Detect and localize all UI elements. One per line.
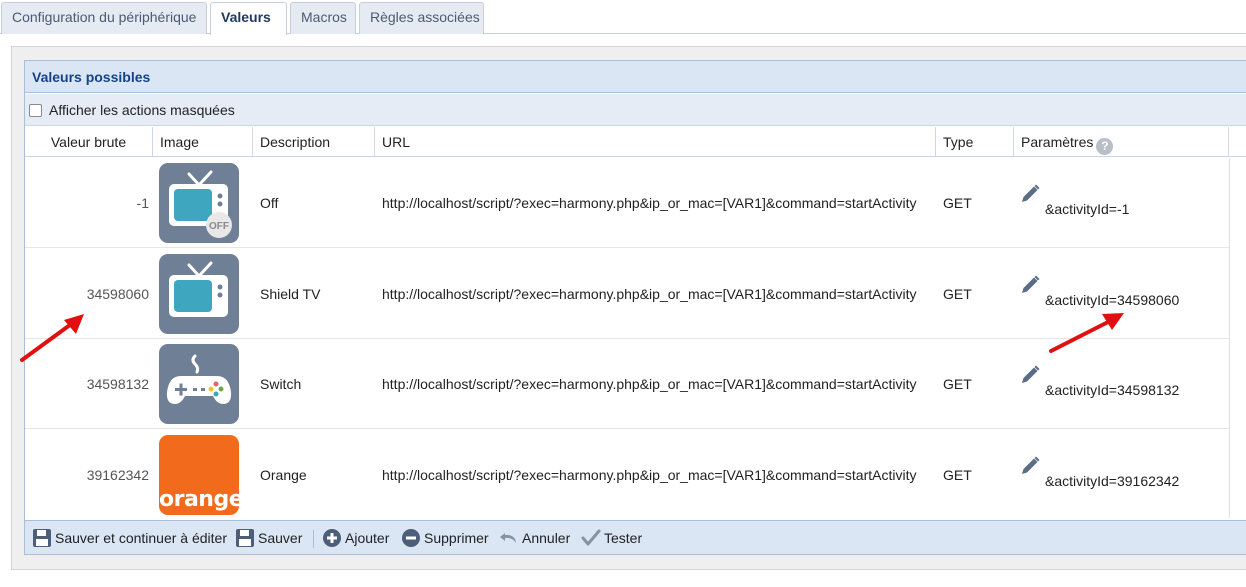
row-image[interactable] <box>159 254 239 334</box>
pencil-icon[interactable] <box>1019 246 1041 336</box>
tab-bar: Configuration du périphérique Valeurs Ma… <box>0 0 1246 35</box>
row-url: http://localhost/script/?exec=harmony.ph… <box>382 467 917 483</box>
test-label: Tester <box>604 530 643 546</box>
params-value: &activityId=-1 <box>1045 201 1130 217</box>
floppy-icon <box>33 529 51 547</box>
save-button[interactable]: Sauver <box>235 521 302 555</box>
show-hidden-checkbox[interactable] <box>29 104 42 117</box>
row-parameters: &activityId=39162342 <box>1019 430 1179 518</box>
action-toolbar: Sauver et continuer à éditer Sauver Ajou… <box>25 520 1246 554</box>
row-url: http://localhost/script/?exec=harmony.ph… <box>382 376 917 392</box>
col-parameters[interactable]: Paramètres? <box>1014 127 1229 157</box>
add-label: Ajouter <box>345 530 390 546</box>
tab-associated-rules[interactable]: Règles associées <box>359 2 484 34</box>
row-description: Switch <box>260 376 302 392</box>
save-label: Sauver <box>258 530 303 546</box>
row-type: GET <box>943 467 972 483</box>
row-type: GET <box>943 195 972 211</box>
col-parameters-label: Paramètres <box>1021 134 1094 150</box>
vertical-scrollbar[interactable] <box>1229 158 1246 518</box>
table-header: Valeur brute Image Description URL Type … <box>25 127 1246 157</box>
tab-device-config[interactable]: Configuration du périphérique <box>1 2 207 34</box>
save-continue-button[interactable]: Sauver et continuer à éditer <box>32 521 227 555</box>
delete-label: Supprimer <box>424 530 489 546</box>
test-button[interactable]: Tester <box>581 521 642 555</box>
row-description: Shield TV <box>260 286 321 302</box>
delete-button[interactable]: Supprimer <box>401 521 489 555</box>
col-type[interactable]: Type <box>936 127 1014 157</box>
pencil-icon[interactable] <box>1019 427 1041 517</box>
table-row[interactable]: -1 OFF Off http://localhost/script/?exec… <box>25 158 1229 248</box>
row-type: GET <box>943 286 972 302</box>
tab-macros[interactable]: Macros <box>290 2 356 34</box>
raw-value: -1 <box>136 195 149 211</box>
row-parameters: &activityId=-1 <box>1019 158 1129 248</box>
help-icon[interactable]: ? <box>1096 138 1114 155</box>
check-icon <box>581 529 601 546</box>
orange-logo-text: orange <box>159 487 239 512</box>
tv-off-icon: OFF <box>159 163 239 243</box>
row-description: Orange <box>260 467 307 483</box>
table-row[interactable]: 39162342 orange Orange http://localhost/… <box>25 430 1229 518</box>
row-url: http://localhost/script/?exec=harmony.ph… <box>382 195 917 211</box>
pencil-icon[interactable] <box>1019 158 1041 245</box>
show-hidden-label: Afficher les actions masquées <box>49 102 235 118</box>
row-url: http://localhost/script/?exec=harmony.ph… <box>382 286 917 302</box>
col-url[interactable]: URL <box>375 127 936 157</box>
row-image[interactable]: orange <box>159 435 239 515</box>
col-description[interactable]: Description <box>253 127 375 157</box>
toolbar-separator <box>313 530 314 548</box>
svg-text:OFF: OFF <box>209 221 229 232</box>
row-description: Off <box>260 195 279 211</box>
col-raw-value[interactable]: Valeur brute <box>25 127 153 157</box>
undo-icon <box>500 533 516 543</box>
plus-circle-icon <box>323 529 341 547</box>
raw-value: 39162342 <box>86 467 149 483</box>
show-hidden-actions-row[interactable]: Afficher les actions masquées <box>25 94 1246 126</box>
red-arrow-annotation <box>1049 313 1124 353</box>
panel-title: Valeurs possibles <box>25 61 1246 93</box>
cancel-button[interactable]: Annuler <box>499 521 570 555</box>
pencil-icon[interactable] <box>1019 336 1041 426</box>
add-button[interactable]: Ajouter <box>322 521 389 555</box>
params-value: &activityId=39162342 <box>1045 473 1180 489</box>
row-image[interactable] <box>159 344 239 424</box>
row-image[interactable]: OFF <box>159 163 239 243</box>
tv-icon <box>159 254 239 334</box>
gamepad-icon <box>159 344 239 424</box>
orange-logo: orange <box>159 435 239 515</box>
col-image[interactable]: Image <box>153 127 253 157</box>
save-continue-label: Sauver et continuer à éditer <box>55 530 227 546</box>
tab-values[interactable]: Valeurs <box>210 2 287 35</box>
cancel-label: Annuler <box>522 530 571 546</box>
row-type: GET <box>943 376 972 392</box>
red-arrow-annotation <box>20 314 84 362</box>
floppy-icon <box>236 529 254 547</box>
minus-circle-icon <box>402 529 420 547</box>
params-value: &activityId=34598132 <box>1045 382 1180 398</box>
